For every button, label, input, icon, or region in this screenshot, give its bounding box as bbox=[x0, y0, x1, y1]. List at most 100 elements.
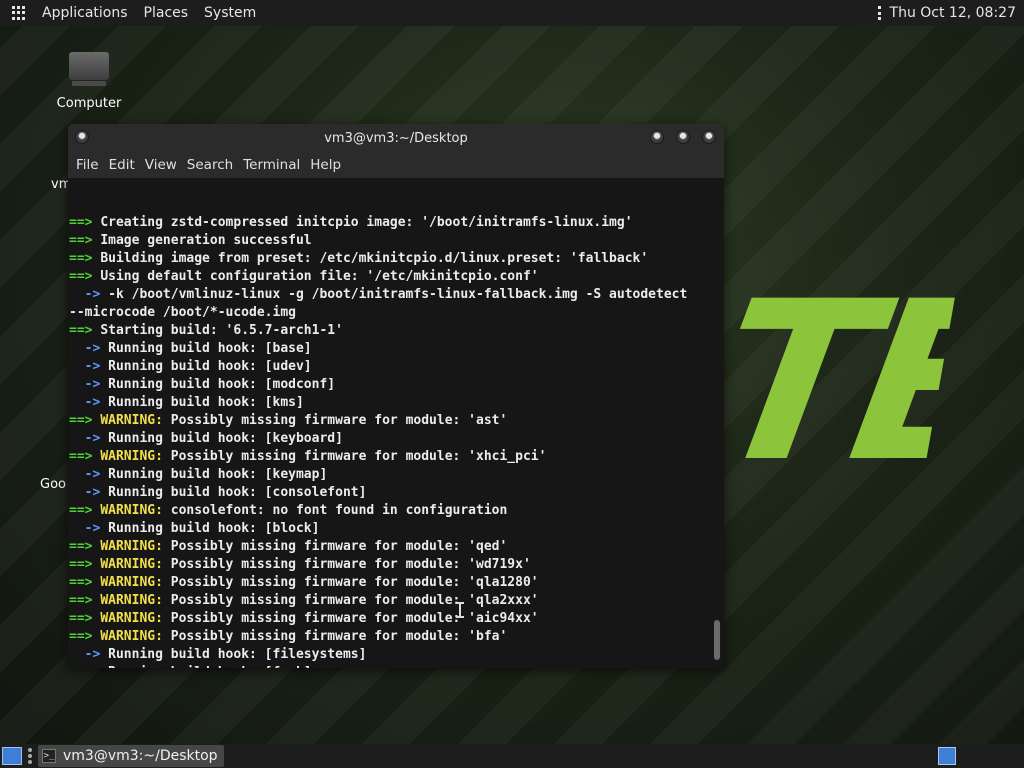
arrow-prefix: ==> bbox=[69, 593, 93, 608]
warning-label: WARNING: bbox=[100, 503, 163, 518]
line-text: Running build hook: [fsck] bbox=[108, 665, 312, 668]
terminal-output[interactable]: ==> Creating zstd-compressed initcpio im… bbox=[68, 178, 724, 668]
arrow-prefix: -> bbox=[84, 359, 101, 374]
terminal-line: -> Running build hook: [udev] bbox=[69, 358, 724, 376]
clock[interactable]: Thu Oct 12, 08:27 bbox=[890, 5, 1016, 21]
terminal-line: -> Running build hook: [fsck] bbox=[69, 664, 724, 668]
line-text: Creating zstd-compressed initcpio image:… bbox=[100, 215, 633, 230]
arrow-prefix: -> bbox=[85, 665, 101, 668]
line-text: Running build hook: [filesystems] bbox=[108, 647, 367, 662]
window-titlebar[interactable]: vm3@vm3:~/Desktop bbox=[68, 124, 724, 152]
arrow-prefix: ==> bbox=[69, 269, 93, 284]
line-text: Running build hook: [modconf] bbox=[108, 377, 336, 392]
applications-menu[interactable]: Applications bbox=[34, 5, 136, 21]
terminal-line: ==> WARNING: Possibly missing firmware f… bbox=[69, 592, 724, 610]
arrow-prefix: ==> bbox=[69, 557, 93, 572]
arrow-prefix: -> bbox=[84, 377, 101, 392]
terminal-line: -> Running build hook: [consolefont] bbox=[69, 484, 724, 502]
terminal-line: -> -k /boot/vmlinuz-linux -g /boot/initr… bbox=[69, 286, 724, 304]
arrow-prefix: ==> bbox=[69, 449, 93, 464]
minimize-icon[interactable] bbox=[650, 130, 664, 144]
terminal-line: -> Running build hook: [base] bbox=[69, 340, 724, 358]
terminal-line: ==> WARNING: Possibly missing firmware f… bbox=[69, 412, 724, 430]
desktop-icon-label-partial[interactable]: Goo bbox=[40, 477, 66, 492]
panel-handle-icon[interactable] bbox=[877, 6, 882, 20]
close-icon[interactable] bbox=[702, 130, 716, 144]
line-text: -k /boot/vmlinuz-linux -g /boot/initramf… bbox=[108, 287, 688, 302]
line-text: Possibly missing firmware for module: 'q… bbox=[170, 593, 539, 608]
system-menu[interactable]: System bbox=[196, 5, 264, 21]
line-text: Possibly missing firmware for module: 'a… bbox=[170, 611, 539, 626]
arrow-prefix: -> bbox=[84, 341, 101, 356]
terminal-line: ==> Starting build: '6.5.7-arch1-1' bbox=[69, 322, 724, 340]
line-text: Possibly missing firmware for module: 'a… bbox=[170, 413, 508, 428]
warning-label: WARNING: bbox=[100, 539, 163, 554]
terminal-line: -> Running build hook: [filesystems] bbox=[69, 646, 724, 664]
desktop-icon-computer[interactable]: Computer bbox=[52, 50, 126, 111]
arrow-prefix: -> bbox=[84, 467, 101, 482]
menu-help[interactable]: Help bbox=[305, 157, 346, 173]
terminal-line: ==> Image generation successful bbox=[69, 232, 724, 250]
arrow-prefix: ==> bbox=[69, 575, 93, 590]
line-text: Running build hook: [kms] bbox=[108, 395, 304, 410]
arrow-prefix: ==> bbox=[69, 251, 93, 266]
menu-file[interactable]: File bbox=[71, 157, 104, 173]
show-desktop-icon[interactable] bbox=[2, 747, 22, 765]
line-text: consolefont: no font found in configurat… bbox=[170, 503, 508, 518]
warning-label: WARNING: bbox=[100, 629, 163, 644]
line-text: Using default configuration file: '/etc/… bbox=[100, 269, 539, 284]
menu-search[interactable]: Search bbox=[182, 157, 238, 173]
terminal-line: ==> WARNING: Possibly missing firmware f… bbox=[69, 448, 724, 466]
terminal-line: --microcode /boot/*-ucode.img bbox=[69, 304, 724, 322]
terminal-line: ==> WARNING: Possibly missing firmware f… bbox=[69, 628, 724, 646]
line-text: Possibly missing firmware for module: 'w… bbox=[170, 557, 531, 572]
top-panel-right: Thu Oct 12, 08:27 bbox=[877, 5, 1024, 21]
line-text: Running build hook: [udev] bbox=[108, 359, 312, 374]
terminal-icon: >_ bbox=[42, 749, 56, 763]
line-text: Possibly missing firmware for module: 'q… bbox=[170, 575, 539, 590]
arrow-prefix: ==> bbox=[69, 233, 93, 248]
arrow-prefix: -> bbox=[84, 395, 101, 410]
arrow-prefix: -> bbox=[84, 647, 101, 662]
arrow-prefix: ==> bbox=[69, 611, 93, 626]
line-text: Running build hook: [consolefont] bbox=[108, 485, 367, 500]
line-text: Possibly missing firmware for module: 'q… bbox=[170, 539, 508, 554]
terminal-line: ==> WARNING: Possibly missing firmware f… bbox=[69, 610, 724, 628]
terminal-line: ==> WARNING: Possibly missing firmware f… bbox=[69, 538, 724, 556]
line-text: Running build hook: [base] bbox=[108, 341, 312, 356]
workspace-switcher-icon[interactable] bbox=[938, 747, 956, 765]
terminal-line: -> Running build hook: [block] bbox=[69, 520, 724, 538]
window-title: vm3@vm3:~/Desktop bbox=[324, 130, 468, 146]
arrow-prefix: -> bbox=[84, 485, 101, 500]
taskbar-item-terminal[interactable]: >_ vm3@vm3:~/Desktop bbox=[38, 745, 224, 767]
line-text: Possibly missing firmware for module: 'b… bbox=[170, 629, 508, 644]
terminal-line: -> Running build hook: [modconf] bbox=[69, 376, 724, 394]
menu-terminal[interactable]: Terminal bbox=[238, 157, 305, 173]
arrow-prefix: -> bbox=[84, 521, 101, 536]
terminal-line: ==> Using default configuration file: '/… bbox=[69, 268, 724, 286]
terminal-line: ==> WARNING: Possibly missing firmware f… bbox=[69, 556, 724, 574]
warning-label: WARNING: bbox=[100, 449, 163, 464]
warning-label: WARNING: bbox=[100, 575, 163, 590]
applications-grid-icon[interactable] bbox=[12, 6, 26, 20]
warning-label: WARNING: bbox=[100, 557, 163, 572]
places-menu[interactable]: Places bbox=[136, 5, 197, 21]
warning-label: WARNING: bbox=[100, 593, 163, 608]
terminal-line: ==> WARNING: consolefont: no font found … bbox=[69, 502, 724, 520]
bottom-panel: >_ vm3@vm3:~/Desktop bbox=[0, 744, 1024, 768]
scrollbar-thumb[interactable] bbox=[714, 620, 720, 660]
arrow-prefix: -> bbox=[84, 287, 101, 302]
terminal-window[interactable]: vm3@vm3:~/Desktop File Edit View Search … bbox=[68, 124, 724, 668]
maximize-icon[interactable] bbox=[676, 130, 690, 144]
line-text: --microcode /boot/*-ucode.img bbox=[69, 305, 296, 320]
panel-handle-icon[interactable] bbox=[28, 748, 34, 764]
menu-edit[interactable]: Edit bbox=[104, 157, 140, 173]
warning-label: WARNING: bbox=[100, 413, 163, 428]
warning-label: WARNING: bbox=[100, 611, 163, 626]
wallpaper-logo: TE bbox=[702, 282, 958, 482]
window-menu-icon[interactable] bbox=[75, 130, 89, 144]
arrow-prefix: ==> bbox=[69, 629, 93, 644]
arrow-prefix: -> bbox=[84, 431, 101, 446]
menu-view[interactable]: View bbox=[140, 157, 182, 173]
line-text: Building image from preset: /etc/mkinitc… bbox=[100, 251, 649, 266]
